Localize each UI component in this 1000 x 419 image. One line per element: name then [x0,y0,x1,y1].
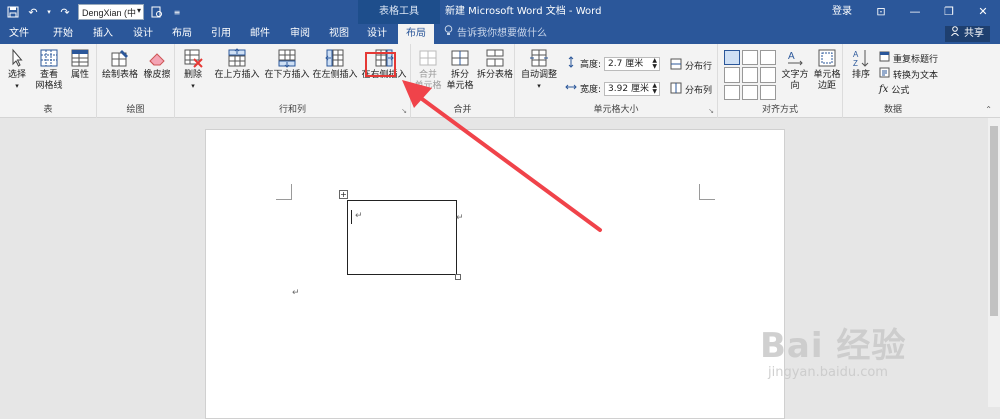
baidu-watermark: Bai 经验 jingyan.baidu.com [760,318,906,380]
watermark-url: jingyan.baidu.com [768,365,888,380]
watermark-brand: Bai 经验 [760,326,907,366]
